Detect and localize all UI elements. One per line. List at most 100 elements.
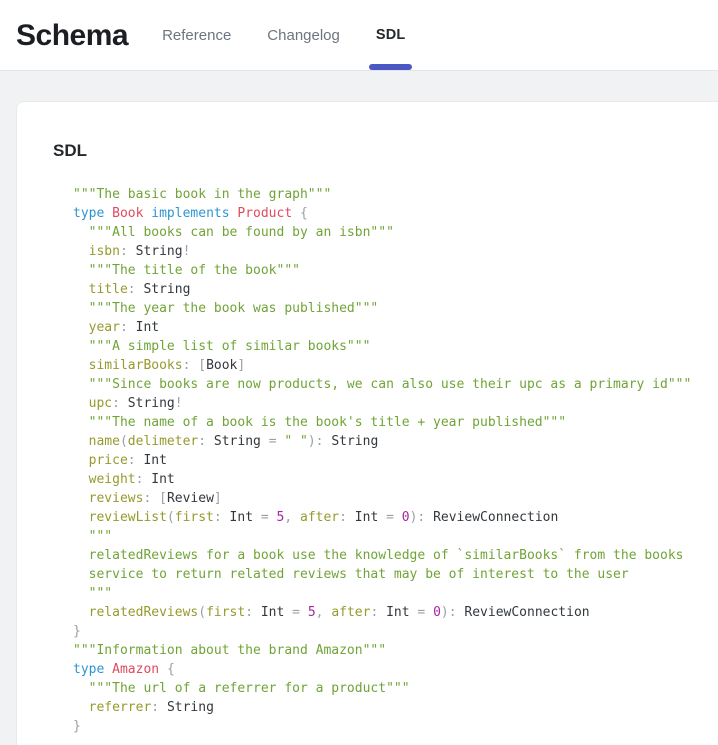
- code-token: !: [175, 396, 183, 411]
- code-line: isbn: String!: [73, 242, 707, 261]
- code-token: """The url of a referrer for a product""…: [73, 681, 410, 696]
- code-token: !: [183, 244, 191, 259]
- code-token: Review: [167, 491, 214, 506]
- code-token: :: [128, 453, 144, 468]
- tab-changelog[interactable]: Changelog: [267, 0, 340, 70]
- code-token: (: [120, 434, 128, 449]
- code-token: :: [198, 434, 214, 449]
- code-token: name: [73, 434, 120, 449]
- tab-sdl-label: SDL: [376, 27, 406, 43]
- code-token: ):: [441, 605, 464, 620]
- tab-bar: Reference Changelog SDL: [162, 0, 405, 70]
- code-token: """: [73, 586, 112, 601]
- code-token: " ": [284, 434, 307, 449]
- code-line: relatedReviews for a book use the knowle…: [73, 546, 707, 565]
- code-token: =: [410, 605, 433, 620]
- code-token: :: [112, 396, 128, 411]
- code-token: ):: [308, 434, 331, 449]
- code-token: String: [331, 434, 378, 449]
- code-token: upc: [73, 396, 112, 411]
- code-token: """A simple list of similar books""": [73, 339, 370, 354]
- code-token: relatedReviews for a book use the knowle…: [73, 548, 683, 563]
- code-token: """The year the book was published""": [73, 301, 378, 316]
- code-token: =: [261, 434, 284, 449]
- code-token: 0: [402, 510, 410, 525]
- code-token: year: [73, 320, 120, 335]
- code-token: service to return related reviews that m…: [73, 567, 629, 582]
- code-token: =: [253, 510, 276, 525]
- tab-reference[interactable]: Reference: [162, 0, 231, 70]
- code-token: String: [214, 434, 261, 449]
- code-token: ]: [237, 358, 245, 373]
- code-token: (: [167, 510, 175, 525]
- page-title: Schema: [16, 0, 128, 71]
- code-line: name(delimeter: String = " "): String: [73, 432, 707, 451]
- code-token: Book: [112, 206, 151, 221]
- code-token: isbn: [73, 244, 120, 259]
- code-token: =: [284, 605, 307, 620]
- sdl-card: SDL """The basic book in the graph""" typ…: [16, 101, 718, 745]
- code-token: similarBooks: [73, 358, 183, 373]
- code-token: weight: [73, 472, 136, 487]
- code-line: relatedReviews(first: Int = 5, after: In…: [73, 603, 707, 622]
- code-token: reviewList: [73, 510, 167, 525]
- code-line: """The basic book in the graph""": [73, 185, 707, 204]
- code-line: service to return related reviews that m…: [73, 565, 707, 584]
- code-line: type Book implements Product {: [73, 204, 707, 223]
- code-token: """The basic book in the graph""": [73, 187, 331, 202]
- code-line: upc: String!: [73, 394, 707, 413]
- code-token: """The title of the book""": [73, 263, 300, 278]
- code-token: ,: [284, 510, 300, 525]
- code-token: Int: [151, 472, 174, 487]
- code-token: Int: [143, 453, 166, 468]
- code-token: String: [143, 282, 190, 297]
- code-token: Int: [386, 605, 409, 620]
- page-header: Schema Reference Changelog SDL: [0, 0, 718, 71]
- tab-changelog-label: Changelog: [267, 27, 340, 44]
- code-token: : [: [183, 358, 206, 373]
- tab-sdl[interactable]: SDL: [376, 0, 406, 70]
- code-token: title: [73, 282, 128, 297]
- code-token: referrer: [73, 700, 151, 715]
- code-line: """The name of a book is the book's titl…: [73, 413, 707, 432]
- code-token: relatedReviews: [73, 605, 198, 620]
- code-token: implements: [151, 206, 237, 221]
- code-token: """: [73, 529, 112, 544]
- code-line: price: Int: [73, 451, 707, 470]
- card-heading: SDL: [53, 140, 707, 162]
- code-line: similarBooks: [Book]: [73, 356, 707, 375]
- code-token: Amazon: [112, 662, 167, 677]
- code-token: ]: [214, 491, 222, 506]
- code-token: reviews: [73, 491, 143, 506]
- code-line: """The year the book was published""": [73, 299, 707, 318]
- code-line: """: [73, 584, 707, 603]
- code-token: String: [136, 244, 183, 259]
- sdl-code-block: """The basic book in the graph""" type Bo…: [73, 185, 707, 736]
- code-token: type: [73, 662, 112, 677]
- code-token: :: [339, 510, 355, 525]
- code-line: """The url of a referrer for a product""…: [73, 679, 707, 698]
- code-token: (: [198, 605, 206, 620]
- code-line: """: [73, 527, 707, 546]
- code-token: Int: [230, 510, 253, 525]
- code-token: 5: [308, 605, 316, 620]
- code-line: referrer: String: [73, 698, 707, 717]
- code-line: year: Int: [73, 318, 707, 337]
- code-line: """Since books are now products, we can …: [73, 375, 707, 394]
- code-token: """Since books are now products, we can …: [73, 377, 691, 392]
- code-token: """All books can be found by an isbn""": [73, 225, 394, 240]
- code-token: delimeter: [128, 434, 198, 449]
- code-token: {: [167, 662, 175, 677]
- code-token: Int: [261, 605, 284, 620]
- code-token: ,: [316, 605, 332, 620]
- code-token: {: [300, 206, 308, 221]
- code-token: :: [120, 320, 136, 335]
- code-line: title: String: [73, 280, 707, 299]
- code-token: Book: [206, 358, 237, 373]
- code-line: """A simple list of similar books""": [73, 337, 707, 356]
- code-token: price: [73, 453, 128, 468]
- active-tab-underline: [369, 64, 413, 70]
- code-token: String: [167, 700, 214, 715]
- code-token: after: [331, 605, 370, 620]
- code-token: }: [73, 719, 81, 734]
